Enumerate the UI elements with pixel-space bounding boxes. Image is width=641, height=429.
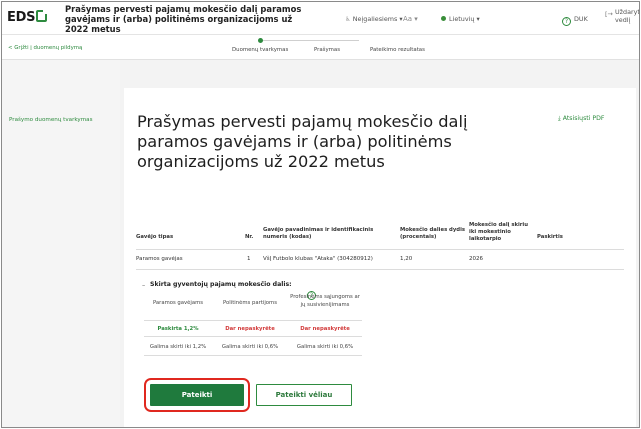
submit-button[interactable]: Pateikti <box>150 384 244 406</box>
download-icon: ⤓ <box>558 115 561 122</box>
page-title: Prašymas pervesti pajamų mokesčio dalį p… <box>137 112 468 171</box>
alloc-header-support: Paramos gavėjams <box>152 300 204 306</box>
step-3-label[interactable]: Pateikimo rezultatas <box>370 47 425 53</box>
header: EDS Prašymas pervesti pajamų mokesčio da… <box>2 2 640 35</box>
stepper-bar: < Grįžti į duomenų pildymą Duomenų tvark… <box>2 35 639 60</box>
step-2-label[interactable]: Prašymas <box>314 47 340 53</box>
col-header-number: Nr. <box>245 234 254 240</box>
alloc-status-unions: Dar nepaskyrėte <box>300 326 350 332</box>
section-title: Skirta gyventojų pajamų mokesčio dalis: <box>150 281 292 288</box>
col-header-recipient-name: Gavėjo pavadinimas ir identifikacinis nu… <box>263 227 374 240</box>
col-header-purpose: Paskirtis <box>537 234 563 240</box>
download-pdf-link[interactable]: ⤓ Atsisiųsti PDF <box>558 115 604 123</box>
app-window: EDS Prašymas pervesti pajamų mokesčio da… <box>1 1 640 428</box>
alloc-divider <box>144 320 362 321</box>
close-wizard-label: Uždaryti vedlį <box>615 8 640 24</box>
step-1-label[interactable]: Duomenų tvarkymas <box>232 47 288 53</box>
table-divider <box>136 249 624 250</box>
accessibility-label: Neįgaliesiems ▾ <box>352 15 403 23</box>
flag-icon <box>441 16 446 21</box>
exit-icon: [→ <box>605 10 613 18</box>
alloc-status-parties: Dar nepaskyrėte <box>225 326 275 332</box>
close-wizard-button[interactable]: [→ Uždaryti vedlį <box>605 8 640 24</box>
alloc-limit-parties: Galima skirti iki 0,6% <box>221 344 279 350</box>
accessibility-menu[interactable]: ♿ Neįgaliesiems ▾ <box>345 15 403 23</box>
language-label: Lietuvių ▾ <box>449 15 480 23</box>
back-link[interactable]: < Grįžti į duomenų pildymą <box>8 45 82 51</box>
eds-logo[interactable]: EDS <box>7 9 49 25</box>
alloc-status-support: Paskirta 1,2% <box>157 326 199 332</box>
alloc-header-unions: Profesinėms sąjungoms ar jų susivienijim… <box>290 294 360 308</box>
col-header-recipient-type: Gavėjo tipas <box>136 234 174 240</box>
alloc-divider <box>144 355 362 356</box>
wheelchair-icon: ♿ <box>345 15 351 23</box>
help-link[interactable]: ? DUK <box>562 15 588 26</box>
submit-later-button[interactable]: Pateikti vėliau <box>256 384 352 406</box>
help-label: DUK <box>574 15 588 23</box>
language-menu[interactable]: Lietuvių ▾ <box>441 15 480 23</box>
alloc-limit-support: Galima skirti iki 1,2% <box>149 344 207 350</box>
cell-recipient-name: VšĮ Futbolo klubas "Ataka" (304280912) <box>263 256 373 262</box>
alloc-limit-unions: Galima skirti iki 0,6% <box>296 344 354 350</box>
table-divider <box>136 269 624 270</box>
sidebar-item-data-management[interactable]: Prašymo duomenų tvarkymas <box>9 117 93 123</box>
alloc-header-parties: Politinėms partijoms <box>223 300 277 306</box>
cell-share-size: 1,20 <box>400 256 413 262</box>
download-pdf-label: Atsisiųsti PDF <box>562 115 605 122</box>
col-header-valid-until: Mokesčio dalį skiriu iki mokestinio laik… <box>469 222 529 242</box>
sidebar: Prašymo duomenų tvarkymas <box>2 60 120 427</box>
cell-number: 1 <box>247 256 251 262</box>
alloc-divider <box>144 336 362 337</box>
question-icon: ? <box>562 17 571 26</box>
cell-recipient-type: Paramos gavėjas <box>136 256 183 262</box>
logo-text: EDS <box>7 10 36 25</box>
logo-icon <box>36 9 49 22</box>
col-header-share-size: Mokesčio dalies dydis (procentais) <box>400 227 466 240</box>
stepper-active-dot <box>258 38 263 43</box>
collapse-toggle[interactable]: – <box>142 281 145 289</box>
font-size-menu[interactable]: Aa ▾ <box>403 15 418 23</box>
header-title: Prašymas pervesti pajamų mokesčio dalį p… <box>65 4 302 34</box>
stepper-track <box>259 40 359 41</box>
cell-valid-until: 2026 <box>469 256 483 262</box>
